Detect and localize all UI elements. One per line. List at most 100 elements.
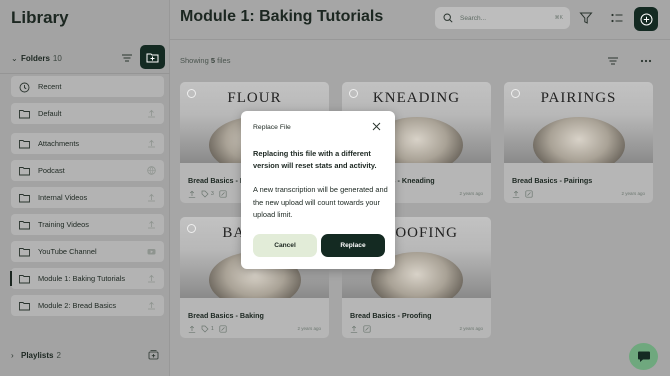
edit-icon[interactable] <box>219 189 227 198</box>
thumbnail-title: KNEADING <box>372 90 461 106</box>
sidebar-item-label: Module 1: Baking Tutorials <box>38 274 126 283</box>
folders-header[interactable]: ⌄ Folders 10 <box>11 45 165 69</box>
upload-icon[interactable] <box>147 301 156 310</box>
folder-icon <box>19 301 30 311</box>
search-shortcut: ⌘K <box>554 15 563 21</box>
file-age: 2 years ago <box>297 326 321 331</box>
upload-icon[interactable] <box>147 139 156 148</box>
more-options-icon[interactable] <box>640 56 652 66</box>
add-playlist-icon[interactable] <box>148 349 159 360</box>
sidebar-item-youtube-channel[interactable]: YouTube Channel <box>11 241 164 262</box>
chat-bubble-icon <box>637 351 650 362</box>
card-meta <box>512 189 533 198</box>
select-checkbox[interactable] <box>349 89 358 98</box>
sidebar-item-label: Podcast <box>38 166 65 175</box>
card-meta <box>350 324 371 333</box>
file-title: Bread Basics - Proofing <box>350 311 432 320</box>
sort-icon[interactable] <box>607 56 619 66</box>
select-checkbox[interactable] <box>187 89 196 98</box>
folder-icon <box>19 193 30 203</box>
edit-icon[interactable] <box>525 189 533 198</box>
card-meta: 1 <box>188 324 227 333</box>
file-count: 5 <box>210 56 216 65</box>
page-title: Module 1: Baking Tutorials <box>180 8 384 25</box>
dialog-title: Replace File <box>253 124 291 131</box>
sidebar-item-internal-videos[interactable]: Internal Videos <box>11 187 164 208</box>
file-card[interactable]: PAIRINGS Bread Basics - Pairings 2 years… <box>504 82 653 203</box>
list-view-icon[interactable] <box>610 11 624 25</box>
sidebar-item-label: Module 2: Bread Basics <box>38 301 117 310</box>
sidebar-item-default[interactable]: Default <box>11 103 164 124</box>
upload-icon[interactable] <box>147 220 156 229</box>
upload-icon[interactable] <box>350 325 358 333</box>
sidebar-item-label: Default <box>38 109 62 118</box>
tag-count: 1 <box>211 325 214 332</box>
new-folder-button[interactable] <box>140 45 165 69</box>
cancel-button[interactable]: Cancel <box>253 234 317 257</box>
playlists-label: Playlists <box>21 350 54 360</box>
dialog-warning: Replacing this file with a different ver… <box>253 149 377 170</box>
edit-icon[interactable] <box>363 324 371 333</box>
folders-count: 10 <box>52 53 62 63</box>
sidebar: Library ⌄ Folders 10 Recent Default Atta… <box>0 0 170 376</box>
sidebar-item-label: Attachments <box>38 139 80 148</box>
file-age: 2 years ago <box>459 326 483 331</box>
close-icon[interactable] <box>372 122 381 131</box>
playlists-header[interactable]: › Playlists 2 <box>11 348 165 362</box>
sort-icon[interactable] <box>121 51 133 63</box>
edit-icon[interactable] <box>219 324 227 333</box>
chevron-right-icon[interactable]: › <box>11 351 21 360</box>
sidebar-item-attachments[interactable]: Attachments <box>11 133 164 154</box>
playlists-count: 2 <box>56 350 61 360</box>
plus-circle-icon <box>640 13 652 25</box>
sidebar-item-label: Training Videos <box>38 220 89 229</box>
folder-icon <box>19 166 30 176</box>
sidebar-item-recent[interactable]: Recent <box>11 76 164 97</box>
thumbnail-title: PAIRINGS <box>540 90 617 106</box>
folder-plus-icon <box>146 53 159 62</box>
library-title: Library <box>11 8 69 27</box>
search-placeholder: Search... <box>460 14 487 22</box>
folders-label: Folders <box>21 53 50 63</box>
file-count-label: Showing 5 files <box>180 56 231 65</box>
tag-icon[interactable] <box>201 190 209 198</box>
file-title: Bread Basics - Baking <box>188 311 264 320</box>
card-meta: 3 <box>188 189 227 198</box>
upload-icon[interactable] <box>147 193 156 202</box>
sidebar-item-label: YouTube Channel <box>38 247 97 256</box>
upload-button[interactable] <box>634 7 658 31</box>
thumbnail-title: FLOUR <box>227 90 282 106</box>
chevron-down-icon[interactable]: ⌄ <box>11 54 21 63</box>
sidebar-item-module-2[interactable]: Module 2: Bread Basics <box>11 295 164 316</box>
header-divider <box>170 39 670 40</box>
file-age: 2 years ago <box>459 191 483 196</box>
select-checkbox[interactable] <box>187 224 196 233</box>
folder-icon <box>19 109 30 119</box>
sidebar-divider <box>0 73 170 74</box>
globe-icon[interactable] <box>147 166 156 175</box>
search-input[interactable]: Search... ⌘K <box>435 7 570 29</box>
folder-icon <box>19 139 30 149</box>
chat-button[interactable] <box>629 343 658 370</box>
sidebar-item-module-1[interactable]: Module 1: Baking Tutorials <box>10 268 164 289</box>
bread-board-image <box>533 117 625 163</box>
youtube-icon[interactable] <box>147 247 156 256</box>
clock-icon <box>19 82 30 92</box>
sidebar-item-training-videos[interactable]: Training Videos <box>11 214 164 235</box>
video-thumbnail: PAIRINGS <box>504 82 653 163</box>
sidebar-item-label: Internal Videos <box>38 193 88 202</box>
select-checkbox[interactable] <box>511 89 520 98</box>
replace-button[interactable]: Replace <box>321 234 385 257</box>
sidebar-item-podcast[interactable]: Podcast <box>11 160 164 181</box>
upload-icon[interactable] <box>147 274 156 283</box>
upload-icon[interactable] <box>188 190 196 198</box>
folder-icon <box>19 247 30 257</box>
search-icon <box>443 13 453 23</box>
tag-icon[interactable] <box>201 325 209 333</box>
filter-icon[interactable] <box>579 11 593 25</box>
upload-icon[interactable] <box>188 325 196 333</box>
upload-icon[interactable] <box>512 190 520 198</box>
file-age: 2 years ago <box>621 191 645 196</box>
upload-icon[interactable] <box>147 109 156 118</box>
file-title: Bread Basics - Pairings <box>512 176 593 185</box>
